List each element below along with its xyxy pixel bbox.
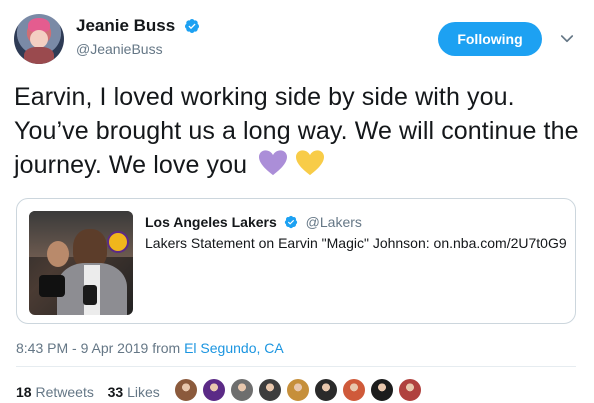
tweet-text: Earvin, I loved working side by side wit… (14, 80, 580, 182)
liker-avatar[interactable] (230, 378, 254, 402)
location-link[interactable]: El Segundo, CA (184, 340, 284, 356)
following-button[interactable]: Following (438, 22, 542, 56)
likes-count: 33 (107, 384, 124, 400)
author-handle[interactable]: @JeanieBuss (76, 41, 200, 57)
quoted-display-name[interactable]: Los Angeles Lakers (145, 214, 277, 230)
quoted-tweet-header: Los Angeles Lakers @Lakers (145, 213, 362, 231)
author-display-name[interactable]: Jeanie Buss (76, 16, 175, 36)
chevron-down-icon[interactable] (558, 30, 576, 48)
quoted-handle[interactable]: @Lakers (306, 214, 362, 230)
likers-avatars (174, 378, 426, 403)
retweets-stat[interactable]: 18 Retweets (16, 384, 94, 400)
author-names: Jeanie Buss @JeanieBuss (76, 16, 200, 57)
quoted-tweet-card[interactable]: Los Angeles Lakers @Lakers Lakers Statem… (16, 198, 576, 324)
timestamp[interactable]: 8:43 PM - 9 Apr 2019 (16, 340, 148, 356)
tweet-stats: 18 Retweets 33 Likes (16, 384, 160, 400)
divider (16, 366, 576, 367)
liker-avatar[interactable] (370, 378, 394, 402)
liker-avatar[interactable] (174, 378, 198, 402)
liker-avatar[interactable] (286, 378, 310, 402)
yellow-heart-icon (296, 150, 325, 176)
quoted-tweet-text: Lakers Statement on Earvin "Magic" Johns… (145, 235, 567, 251)
retweets-count: 18 (16, 384, 32, 400)
liker-avatar[interactable] (342, 378, 366, 402)
liker-avatar[interactable] (398, 378, 422, 402)
tweet-meta: 8:43 PM - 9 Apr 2019 from El Segundo, CA (16, 340, 284, 356)
liker-avatar[interactable] (202, 378, 226, 402)
from-label: from (152, 340, 181, 356)
liker-avatar[interactable] (258, 378, 282, 402)
retweets-label: Retweets (35, 384, 94, 400)
avatar[interactable] (14, 14, 64, 64)
purple-heart-icon (259, 150, 288, 176)
likes-label: Likes (127, 384, 160, 400)
verified-badge-icon (285, 215, 298, 228)
press-conference-photo[interactable] (29, 211, 133, 315)
likes-stat[interactable]: 33 Likes (108, 384, 160, 400)
verified-badge-icon (184, 19, 199, 33)
liker-avatar[interactable] (314, 378, 338, 402)
tweet-header: Jeanie Buss @JeanieBuss Following (14, 14, 580, 66)
